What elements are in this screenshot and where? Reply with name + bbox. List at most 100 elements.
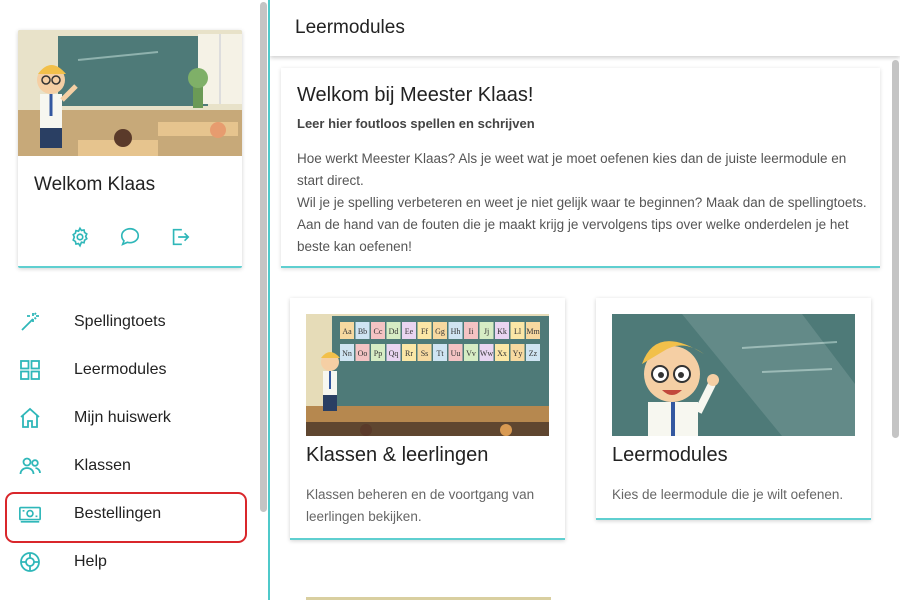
chat-icon[interactable] [119,226,141,248]
grid-icon [18,358,42,382]
alphabet-letter: Dd [389,327,399,336]
alphabet-letter: Hh [451,327,461,336]
alphabet-card: Ss [417,344,432,361]
alphabet-card: Kk [495,322,509,339]
alphabet-card: Ww [479,344,494,361]
alphabet-letter: Uu [451,349,461,358]
alphabet-letter: Rr [405,349,413,358]
welcome-title: Welkom bij Meester Klaas! [297,84,534,106]
alphabet-letter: Ii [469,327,475,336]
alphabet-letter: Vv [466,349,476,358]
sidebar-item-bestellingen[interactable]: Bestellingen [0,490,258,543]
alphabet-card: Xx [495,344,509,361]
alphabet-letter: Mm [526,327,540,336]
sidebar-scrollbar-thumb[interactable] [260,2,267,512]
main-scrollbar-thumb[interactable] [892,60,899,438]
profile-card: Welkom Klaas [18,30,242,268]
sidebar-item-label: Spellingtoets [74,313,166,330]
welcome-subtitle: Leer hier foutloos spellen en schrijven [297,116,535,131]
alphabet-letter: Xx [497,349,507,358]
alphabet-letter: Nn [342,349,352,358]
main-content: Leermodules Welkom bij Meester Klaas! Le… [270,0,900,600]
alphabet-letter: Cc [374,327,383,336]
profile-name: Welkom Klaas [34,174,156,195]
sidebar-item-mijn-huiswerk[interactable]: Mijn huiswerk [0,394,258,442]
alphabet-card: Hh [448,322,463,339]
welcome-paragraph-2: Wil je je spelling verbeteren en weet je… [297,195,867,254]
alphabet-card: Qq [386,344,401,361]
lifebuoy-icon [18,550,42,574]
home-icon [18,406,42,430]
profile-actions [18,226,242,248]
alphabet-card: Zz [526,344,540,361]
alphabet-card: Rr [402,344,416,361]
money-icon [18,502,42,526]
alphabet-letter: Yy [513,349,523,358]
alphabet-letter: Gg [435,327,445,336]
alphabet-letter: Tt [436,349,444,358]
alphabet-letter: Bb [358,327,367,336]
alphabet-card: Ff [417,322,432,339]
classroom-alphabet-illustration: Aa Bb Cc Dd Ee Ff Gg Hh Ii Jj Kk Ll Mm Nn Oo Pp Qq Rr Ss T… [306,314,549,436]
alphabet-letter: Ff [421,327,428,336]
alphabet-card: Bb [355,322,370,339]
card-title: Leermodules [612,444,728,466]
alphabet-letter: Ww [480,349,494,358]
sidebar-item-label: Leermodules [74,361,167,378]
magic-wand-icon [18,310,42,334]
alphabet-card: Jj [479,322,494,339]
alphabet-card: Mm [526,322,540,339]
sidebar-item-label: Klassen [74,457,131,474]
alphabet-letter: Aa [342,327,352,336]
sidebar-item-label: Bestellingen [74,505,162,522]
alphabet-card: Pp [371,344,385,361]
alphabet-card: Nn [340,344,354,361]
alphabet-letter: Qq [389,349,399,358]
alphabet-letter: Pp [374,349,382,358]
card-description: Kies de leermodule die je wilt oefenen. [612,487,844,502]
alphabet-letter: Ee [405,327,414,336]
alphabet-card: Cc [371,322,385,339]
teacher-illustration [612,314,855,436]
sidebar-scrollbar[interactable] [259,0,268,600]
alphabet-card: Aa [340,322,354,339]
alphabet-card: Tt [433,344,447,361]
settings-icon[interactable] [69,226,91,248]
card-klassen-leerlingen[interactable]: Aa Bb Cc Dd Ee Ff Gg Hh Ii Jj Kk Ll Mm Nn Oo Pp Qq Rr Ss T… [290,298,565,540]
alphabet-letter: Ll [514,327,522,336]
welcome-body: Hoe werkt Meester Klaas? Als je weet wat… [297,148,867,258]
top-bar: Leermodules [270,0,900,56]
alphabet-letter: Jj [484,327,489,336]
main-scrollbar[interactable] [890,60,900,440]
sidebar: Welkom Klaas Spellingtoets Leermodules M… [0,0,258,600]
card-description: Klassen beheren en de voortgang van leer… [306,487,535,524]
profile-illustration [18,30,242,156]
alphabet-card: Yy [510,344,525,361]
alphabet-letter: Oo [358,349,368,358]
users-icon [18,454,42,478]
alphabet-card: Ii [464,322,478,339]
alphabet-card: Gg [433,322,447,339]
welcome-card: Welkom bij Meester Klaas! Leer hier fout… [281,68,880,268]
alphabet-card: Uu [448,344,463,361]
alphabet-letter: Zz [529,349,538,358]
card-title: Klassen & leerlingen [306,444,489,466]
sidebar-item-leermodules[interactable]: Leermodules [0,346,258,394]
card-leermodules[interactable]: Leermodules Kies de leermodule die je wi… [596,298,871,520]
page-title: Leermodules [295,17,405,38]
sidebar-item-spellingtoets[interactable]: Spellingtoets [0,298,258,346]
sidebar-item-klassen[interactable]: Klassen [0,442,258,490]
alphabet-card: Dd [386,322,401,339]
sidebar-item-label: Help [74,553,107,570]
sidebar-item-label: Mijn huiswerk [74,409,171,426]
alphabet-card: Ee [402,322,416,339]
alphabet-letter: Ss [421,349,429,358]
alphabet-card: Oo [355,344,370,361]
alphabet-card: Vv [464,344,478,361]
sidebar-item-help[interactable]: Help [0,538,258,586]
alphabet-letter: Kk [497,327,507,336]
welcome-paragraph-1: Hoe werkt Meester Klaas? Als je weet wat… [297,151,847,188]
logout-icon[interactable] [169,226,191,248]
alphabet-card: Ll [510,322,525,339]
sidebar-nav: Spellingtoets Leermodules Mijn huiswerk [0,298,258,586]
